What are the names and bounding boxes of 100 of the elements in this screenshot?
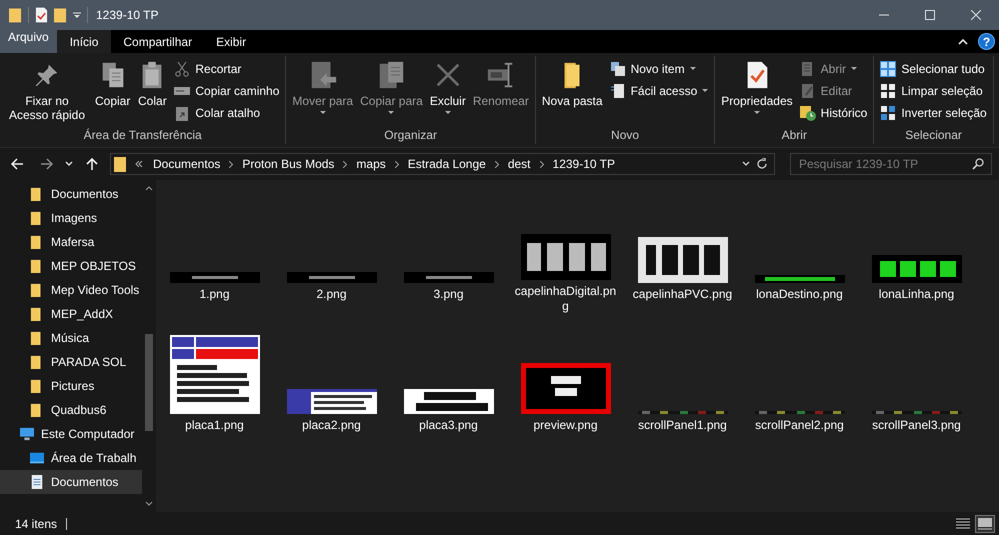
ribbon-button[interactable]: Nova pasta [538, 56, 606, 108]
file-name[interactable]: 1.png [162, 287, 266, 302]
folder-icon[interactable] [54, 7, 67, 23]
ribbon-button[interactable]: Colar [134, 56, 170, 108]
shortcut-icon [174, 105, 190, 121]
ribbon-button[interactable]: Selecionar tudo [877, 58, 990, 80]
file-name[interactable]: lonaDestino.png [748, 287, 852, 302]
file-name[interactable]: placa2.png [280, 418, 384, 433]
ribbon-button[interactable]: Fácil acesso [606, 80, 712, 102]
file-name[interactable]: capelinhaPVC.png [630, 287, 734, 302]
search-field[interactable]: Pesquisar 1239-10 TP [790, 153, 992, 175]
file-menu-tab[interactable]: Arquivo [0, 30, 57, 53]
scroll-down-icon[interactable] [145, 501, 153, 506]
ribbon-button[interactable]: Limpar seleção [877, 80, 990, 102]
ribbon-button[interactable]: Histórico [796, 102, 870, 124]
caret-icon [320, 111, 326, 115]
document-icon [30, 474, 44, 490]
up-icon[interactable] [85, 157, 99, 171]
chevron-down-icon[interactable] [742, 161, 750, 167]
ribbon-button[interactable]: Recortar [171, 58, 282, 80]
sidebar-item[interactable]: Mafersa [0, 230, 142, 254]
caret-icon [754, 111, 760, 115]
help-icon[interactable]: ? [978, 33, 995, 50]
folder-icon [114, 156, 126, 172]
dropdown-icon[interactable] [73, 11, 81, 19]
file-name[interactable]: capelinhaDigital.png [514, 284, 618, 314]
file-name[interactable]: 2.png [280, 287, 384, 302]
sidebar-item[interactable]: Área de Trabalh [0, 446, 142, 470]
sidebar-item[interactable]: Documentos [0, 182, 142, 206]
sidebar-item[interactable]: Pictures [0, 374, 142, 398]
close-icon [971, 10, 981, 20]
file-name[interactable]: 3.png [396, 287, 500, 302]
chevron-right-icon[interactable] [229, 160, 234, 168]
group-label: Abrir [780, 128, 808, 144]
document-icon [610, 83, 626, 99]
sidebar-item[interactable]: Imagens [0, 206, 142, 230]
search-icon [972, 158, 984, 170]
checkmark-document-icon[interactable] [35, 7, 48, 23]
sidebar-item[interactable]: Mep Video Tools [0, 278, 142, 302]
address-bar[interactable]: Documentos Proton Bus Mods maps Estrada Longe dest 1239-10 TP [110, 153, 775, 175]
sidebar-item[interactable]: Este Computador [0, 422, 142, 446]
forward-icon[interactable] [40, 157, 54, 171]
sidebar-item[interactable]: MEP_AddX [0, 302, 142, 326]
chevron-right-icon[interactable] [540, 160, 544, 168]
sidebar-item[interactable]: Documentos [0, 470, 142, 494]
refresh-icon[interactable] [756, 158, 768, 170]
chevron-right-icon[interactable] [343, 160, 348, 168]
caret-icon [851, 67, 857, 71]
chevron-right-icon[interactable] [394, 160, 399, 168]
breadcrumb[interactable]: 1239-10 TP [548, 157, 620, 171]
caret-icon [444, 111, 451, 115]
ribbon-button[interactable]: Propriedades [718, 56, 796, 115]
file-name[interactable]: placa3.png [396, 418, 500, 433]
ribbon-button[interactable]: Inverter seleção [877, 102, 990, 124]
caret-icon [388, 111, 394, 115]
desktop-icon [30, 450, 44, 466]
breadcrumb[interactable]: Estrada Longe [404, 157, 490, 171]
caret-icon [690, 67, 696, 71]
caret-icon [702, 89, 708, 93]
folder-icon[interactable] [9, 7, 22, 23]
sidebar-item[interactable]: Quadbus6 [0, 398, 142, 422]
large-icons-view-button[interactable] [975, 514, 995, 532]
chevron-down-icon[interactable] [65, 161, 73, 167]
sidebar-item[interactable]: Música [0, 326, 142, 350]
ribbon-tab[interactable]: Início [56, 30, 112, 53]
breadcrumb[interactable]: Documentos [149, 157, 224, 171]
file-name[interactable]: scrollPanel3.png [864, 418, 968, 433]
grid-icon [880, 83, 896, 99]
ribbon-button[interactable]: Excluir [426, 56, 469, 115]
sidebar-item[interactable]: MEP OBJETOS [0, 254, 142, 278]
file-name[interactable]: lonaLinha.png [864, 287, 968, 302]
group-label: Área de Transferência [82, 128, 203, 144]
sidebar-item[interactable]: PARADA SOL [0, 350, 142, 374]
ribbon-button[interactable]: Copiar [92, 56, 134, 108]
back-icon[interactable] [10, 157, 24, 171]
file-name[interactable]: placa1.png [162, 418, 266, 433]
breadcrumb[interactable]: maps [352, 157, 390, 171]
invert-selection-icon [880, 105, 896, 121]
collapse-icon[interactable] [958, 38, 968, 44]
breadcrumb[interactable]: Proton Bus Mods [238, 157, 338, 171]
group-label: Selecionar [904, 128, 963, 144]
scroll-up-icon[interactable] [145, 186, 153, 191]
file-name[interactable]: scrollPanel1.png [630, 418, 734, 433]
ribbon-tab[interactable]: Exibir [204, 30, 258, 53]
new-item-icon [610, 61, 626, 77]
group-label: Novo [610, 128, 640, 144]
breadcrumb[interactable]: dest [504, 157, 535, 171]
computer-icon [20, 426, 34, 442]
window-title: 1239-10 TP [96, 8, 158, 22]
file-name[interactable]: preview.png [514, 418, 618, 433]
ribbon-button[interactable]: Fixar no Acesso rápido [3, 56, 91, 122]
ribbon-button[interactable]: Copiar caminho [171, 80, 282, 102]
scrollbar-thumb[interactable] [145, 334, 153, 431]
file-name[interactable]: scrollPanel2.png [748, 418, 852, 433]
scissors-icon [174, 61, 190, 77]
ribbon-button[interactable]: Novo item [606, 58, 712, 80]
chevron-right-icon[interactable] [494, 160, 499, 168]
ribbon-button[interactable]: Colar atalho [171, 102, 282, 124]
ribbon-tab[interactable]: Compartilhar [111, 30, 204, 53]
overflow-chevron-icon[interactable] [135, 161, 143, 167]
